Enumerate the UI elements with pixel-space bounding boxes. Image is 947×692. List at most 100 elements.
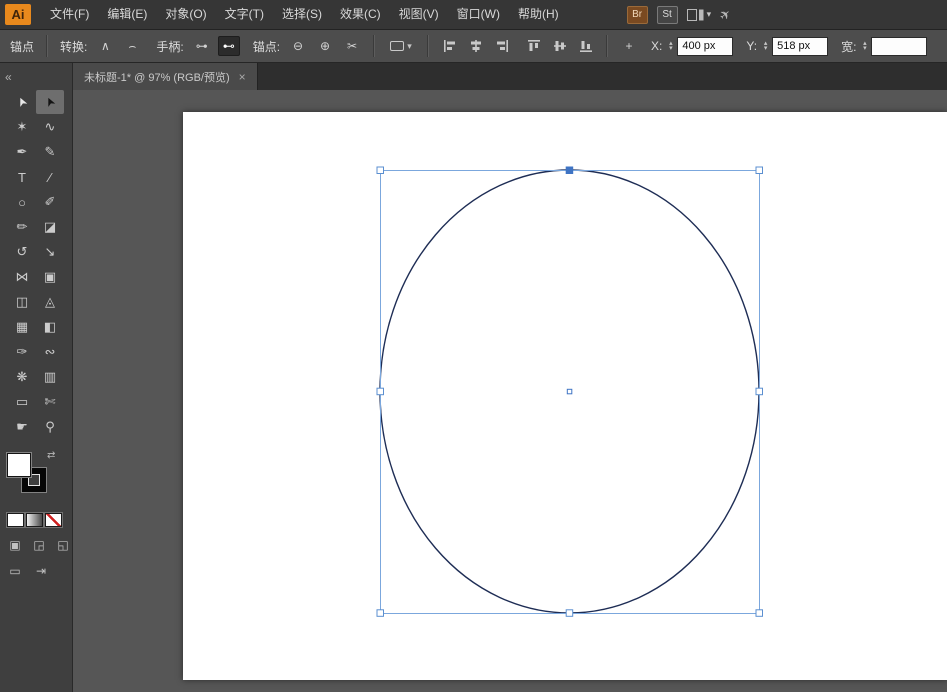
- align-bottom-button[interactable]: [575, 36, 596, 56]
- blend-tool[interactable]: ∾: [36, 340, 64, 364]
- bridge-button[interactable]: Br: [627, 6, 648, 24]
- align-right-icon: [496, 40, 508, 52]
- fill-swatch[interactable]: [7, 453, 31, 477]
- menu-file[interactable]: 文件(F): [41, 0, 98, 30]
- corner-shape-icon: [390, 41, 404, 51]
- selection-handle-mid-left[interactable]: [377, 388, 384, 395]
- lasso-tool-icon: ∿: [45, 119, 56, 135]
- width-stepper[interactable]: ▴ ▾: [860, 41, 869, 51]
- menu-type[interactable]: 文字(T): [216, 0, 273, 30]
- screen-mode-button[interactable]: ▭: [6, 563, 24, 579]
- width-field-group: 宽: ▴ ▾: [839, 37, 927, 56]
- y-input[interactable]: [772, 37, 828, 56]
- remove-anchor-icon: ⊖: [293, 39, 303, 53]
- x-stepper[interactable]: ▴ ▾: [666, 41, 675, 51]
- menu-window[interactable]: 窗口(W): [448, 0, 509, 30]
- align-v-center-button[interactable]: [549, 36, 570, 56]
- width-tool[interactable]: ⋈: [8, 265, 36, 289]
- selection-overlay[interactable]: [183, 112, 947, 680]
- shape-builder-tool[interactable]: ◫: [8, 290, 36, 314]
- align-right-button[interactable]: [491, 36, 512, 56]
- align-top-button[interactable]: [523, 36, 544, 56]
- symbol-sprayer-tool[interactable]: ❋: [8, 365, 36, 389]
- menu-view[interactable]: 视图(V): [390, 0, 448, 30]
- artboard[interactable]: [183, 112, 947, 680]
- selection-handle-mid-right[interactable]: [756, 388, 763, 395]
- paintbrush-tool[interactable]: ✐: [36, 190, 64, 214]
- draw-inside-button[interactable]: ◱: [54, 537, 72, 553]
- menu-select[interactable]: 选择(S): [273, 0, 331, 30]
- color-mode-button[interactable]: [7, 513, 24, 527]
- corner-options-button[interactable]: ▾: [385, 36, 417, 56]
- menu-object[interactable]: 对象(O): [156, 0, 215, 30]
- selection-handle-bottom-right[interactable]: [756, 610, 763, 617]
- document-tab[interactable]: 未标题-1* @ 97% (RGB/预览) ×: [73, 63, 258, 90]
- mesh-tool[interactable]: ▦: [8, 315, 36, 339]
- line-segment-tool[interactable]: ∕: [36, 165, 64, 189]
- app-logo: Ai: [5, 4, 31, 25]
- object-center-point[interactable]: [567, 389, 572, 394]
- magic-wand-tool[interactable]: ✶: [8, 115, 36, 139]
- none-mode-button[interactable]: [45, 513, 62, 527]
- menu-effect[interactable]: 效果(C): [331, 0, 390, 30]
- align-h-center-button[interactable]: [465, 36, 486, 56]
- stepper-down-icon: ▾: [863, 46, 867, 51]
- y-stepper[interactable]: ▴ ▾: [761, 41, 770, 51]
- collapse-panel-icon[interactable]: «: [5, 70, 12, 84]
- color-mode-row: [7, 513, 72, 527]
- zoom-tool[interactable]: ⚲: [36, 415, 64, 439]
- gradient-tool[interactable]: ◧: [36, 315, 64, 339]
- rotate-tool[interactable]: ↺: [8, 240, 36, 264]
- swap-fill-stroke-icon[interactable]: ⇄: [47, 450, 55, 461]
- gradient-mode-button[interactable]: [26, 513, 43, 527]
- hide-handles-button[interactable]: ⊷: [218, 36, 240, 56]
- pen-tool[interactable]: ✒: [8, 140, 36, 164]
- align-left-button[interactable]: [439, 36, 460, 56]
- stock-button[interactable]: St: [657, 6, 678, 24]
- draw-behind-button[interactable]: ◲: [30, 537, 48, 553]
- eraser-tool[interactable]: ◪: [36, 215, 64, 239]
- align-top-icon: [528, 40, 540, 52]
- artboard-tool[interactable]: ▭: [8, 390, 36, 414]
- cut-path-button[interactable]: ✂: [341, 36, 363, 56]
- curvature-tool[interactable]: ✎: [36, 140, 64, 164]
- selection-handle-top-right[interactable]: [756, 167, 763, 174]
- expand-dock-button[interactable]: ⇥: [32, 563, 50, 579]
- column-graph-tool[interactable]: ▥: [36, 365, 64, 389]
- scale-tool[interactable]: ↘: [36, 240, 64, 264]
- selection-tool[interactable]: ➤: [36, 90, 64, 114]
- perspective-grid-tool[interactable]: ◬: [36, 290, 64, 314]
- menu-edit[interactable]: 编辑(E): [98, 0, 156, 30]
- ellipse-tool[interactable]: ○: [8, 190, 36, 214]
- convert-to-smooth-button[interactable]: ⌢: [121, 36, 143, 56]
- draw-normal-button[interactable]: ▣: [6, 537, 24, 553]
- convert-to-corner-button[interactable]: ∧: [94, 36, 116, 56]
- add-anchor-button[interactable]: ⊕: [314, 36, 336, 56]
- lasso-tool[interactable]: ∿: [36, 115, 64, 139]
- eyedropper-tool[interactable]: ✑: [8, 340, 36, 364]
- width-input[interactable]: [871, 37, 927, 56]
- selection-handle-bottom-center[interactable]: [566, 610, 573, 617]
- type-tool-icon: T: [18, 170, 26, 185]
- width-label: 宽:: [841, 38, 856, 55]
- close-icon[interactable]: ×: [239, 70, 246, 84]
- direct-selection-tool[interactable]: ➤: [8, 90, 36, 114]
- gpu-performance-icon[interactable]: ✈: [716, 5, 735, 24]
- selection-handle-bottom-left[interactable]: [377, 610, 384, 617]
- pencil-tool[interactable]: ✏: [8, 215, 36, 239]
- selection-handle-top-left[interactable]: [377, 167, 384, 174]
- remove-anchor-button[interactable]: ⊖: [287, 36, 309, 56]
- type-tool[interactable]: T: [8, 165, 36, 189]
- selection-handle-top-center[interactable]: [566, 167, 573, 174]
- main-menu: 文件(F) 编辑(E) 对象(O) 文字(T) 选择(S) 效果(C) 视图(V…: [41, 0, 568, 30]
- paintbrush-tool-icon: ✐: [45, 194, 56, 210]
- symbol-sprayer-tool-icon: ❋: [17, 369, 28, 385]
- free-transform-tool[interactable]: ▣: [36, 265, 64, 289]
- x-input[interactable]: [677, 37, 733, 56]
- hand-tool[interactable]: ☛: [8, 415, 36, 439]
- reference-point-button[interactable]: +: [618, 36, 640, 56]
- menu-help[interactable]: 帮助(H): [509, 0, 568, 30]
- show-handles-button[interactable]: ⊶: [191, 36, 213, 56]
- workspace-switcher[interactable]: ▾: [687, 9, 712, 21]
- slice-tool[interactable]: ✄: [36, 390, 64, 414]
